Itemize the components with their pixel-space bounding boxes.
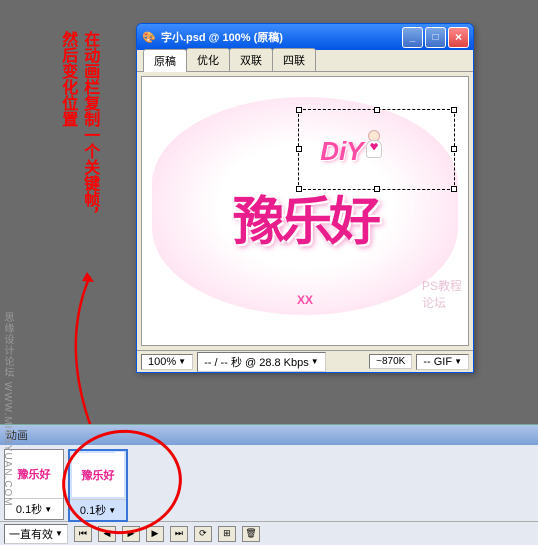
selection-handle-bl[interactable] (296, 186, 302, 192)
tab-original[interactable]: 原稿 (143, 49, 187, 72)
selection-handle-ml[interactable] (296, 146, 302, 152)
new-frame-button[interactable]: ⊞ (218, 526, 236, 542)
watermark-side: 思缘设计论坛 WWW.MISSYUAN.COM (0, 312, 15, 507)
selection-handle-mr[interactable] (451, 146, 457, 152)
maximize-button[interactable]: □ (425, 27, 446, 48)
chevron-down-icon: ▼ (454, 357, 462, 366)
preview-window: 🎨 字小.psd @ 100% (原稿) _ □ × 原稿 优化 双联 四联 豫… (136, 23, 474, 373)
first-frame-button[interactable]: ⏮ (74, 526, 92, 542)
artwork-xx-label: XX (297, 293, 313, 307)
timing-info[interactable]: -- / -- 秒 @ 28.8 Kbps▼ (197, 352, 326, 372)
annotation-text-2: 然后变化位置 (58, 31, 77, 127)
statusbar: 100%▼ -- / -- 秒 @ 28.8 Kbps▼ ~870K -- GI… (137, 350, 473, 372)
tween-button[interactable]: ⟳ (194, 526, 212, 542)
animation-frame-2[interactable]: 2 豫乐好 0.1秒▼ (68, 449, 128, 522)
canvas[interactable]: 豫乐好 DiY XX PS教程论坛 (141, 76, 469, 346)
animation-frames: 1 豫乐好 0.1秒▼ 2 豫乐好 0.1秒▼ (0, 445, 538, 521)
prev-frame-button[interactable]: ◀ (98, 526, 116, 542)
play-button[interactable]: ▶ (122, 526, 140, 542)
zoom-dropdown[interactable]: 100%▼ (141, 354, 193, 370)
minimize-button[interactable]: _ (402, 27, 423, 48)
close-button[interactable]: × (448, 27, 469, 48)
view-tabs: 原稿 优化 双联 四联 (137, 50, 473, 72)
animation-controls: 一直有效▼ ⏮ ◀ ▶ ▶ ⏭ ⟳ ⊞ 🗑 (0, 521, 538, 545)
selection-handle-tc[interactable] (374, 107, 380, 113)
chevron-down-icon: ▼ (108, 506, 116, 515)
animation-panel-title[interactable]: 动画 (0, 425, 538, 445)
app-icon: 🎨 (141, 29, 157, 45)
annotation-text-1: 在动画栏复制一个关键帧， (80, 31, 99, 223)
selection-handle-tr[interactable] (451, 107, 457, 113)
tab-4up[interactable]: 四联 (272, 48, 316, 71)
delete-frame-button[interactable]: 🗑 (242, 526, 260, 542)
artwork-main-text: 豫乐好 (233, 179, 377, 254)
format-info[interactable]: -- GIF▼ (416, 354, 469, 370)
watermark-center: PS教程论坛 (422, 277, 468, 311)
selection-handle-br[interactable] (451, 186, 457, 192)
tab-2up[interactable]: 双联 (229, 48, 273, 71)
selection-handle-tl[interactable] (296, 107, 302, 113)
window-title: 字小.psd @ 100% (原稿) (161, 29, 402, 45)
frame-thumbnail: 豫乐好 (7, 452, 61, 496)
chevron-down-icon: ▼ (44, 505, 52, 514)
last-frame-button[interactable]: ⏭ (170, 526, 188, 542)
titlebar[interactable]: 🎨 字小.psd @ 100% (原稿) _ □ × (137, 24, 473, 50)
chevron-down-icon: ▼ (178, 357, 186, 366)
animation-panel: 动画 1 豫乐好 0.1秒▼ 2 豫乐好 0.1秒▼ 一直有效▼ ⏮ ◀ ▶ ▶… (0, 424, 538, 545)
size-info: ~870K (369, 354, 412, 369)
next-frame-button[interactable]: ▶ (146, 526, 164, 542)
loop-dropdown[interactable]: 一直有效▼ (4, 524, 68, 544)
tab-optimize[interactable]: 优化 (186, 48, 230, 71)
chevron-down-icon: ▼ (311, 357, 319, 366)
frame-delay-dropdown[interactable]: 0.1秒▼ (70, 499, 126, 520)
selection-handle-bc[interactable] (374, 186, 380, 192)
selection-marquee[interactable] (298, 109, 454, 189)
frame-thumbnail: 豫乐好 (72, 453, 124, 497)
chevron-down-icon: ▼ (55, 529, 63, 538)
